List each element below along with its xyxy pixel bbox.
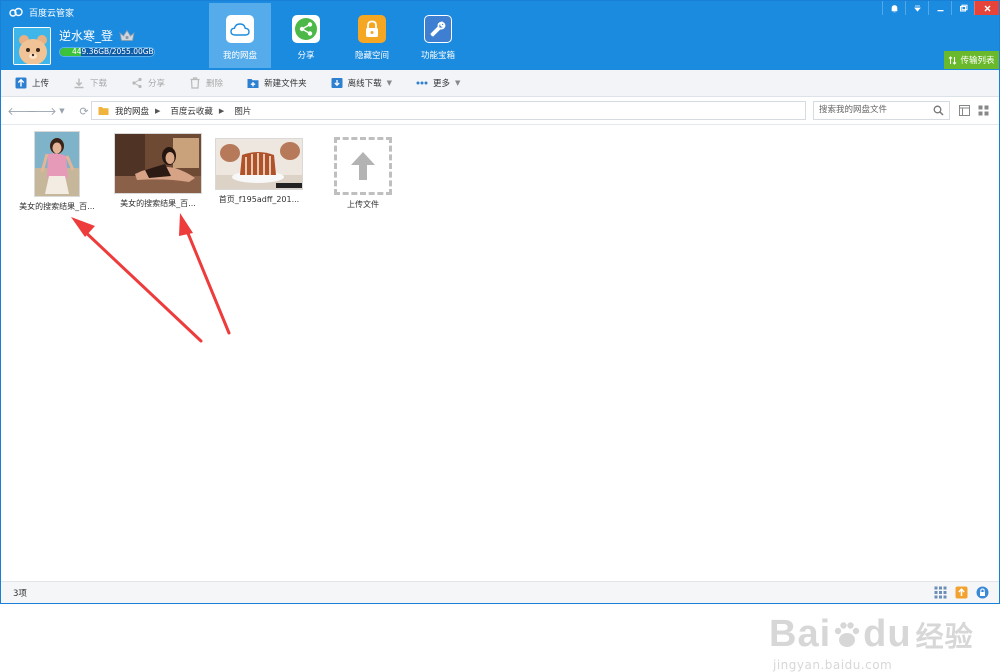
apps-grid-icon[interactable] bbox=[934, 586, 947, 599]
red-annotation-arrow bbox=[179, 213, 231, 335]
breadcrumb-item[interactable]: 百度云收藏 bbox=[170, 105, 213, 117]
red-annotation-arrow bbox=[71, 217, 203, 343]
search-input[interactable]: 搜索我的网盘文件 bbox=[813, 101, 950, 120]
maximize-icon[interactable] bbox=[951, 1, 974, 15]
grid-view-icon[interactable] bbox=[978, 105, 989, 116]
more-label: 更多 bbox=[432, 79, 450, 89]
new-folder-label: 新建文件夹 bbox=[264, 79, 307, 89]
tab-label: 隐藏空间 bbox=[354, 51, 389, 61]
lock-icon bbox=[358, 15, 386, 43]
delete-label: 删除 bbox=[206, 79, 224, 89]
view-switcher bbox=[959, 105, 997, 116]
baidu-cloud-logo-icon bbox=[9, 7, 23, 17]
status-icons bbox=[926, 586, 989, 599]
download-label: 下载 bbox=[90, 79, 108, 89]
quota-bar: 449.36GB/2055.00GB bbox=[59, 47, 155, 57]
breadcrumb-item[interactable]: 我的网盘 bbox=[115, 105, 149, 117]
chevron-down-icon[interactable]: ▼ bbox=[387, 79, 392, 87]
list-view-icon[interactable] bbox=[959, 105, 970, 116]
avatar[interactable] bbox=[13, 27, 51, 65]
delete-button[interactable]: 删除 bbox=[189, 74, 223, 92]
minimize-icon[interactable] bbox=[928, 1, 951, 15]
username[interactable]: 逆水寒_登 bbox=[59, 27, 113, 44]
new-folder-icon bbox=[247, 79, 259, 88]
lock-status-icon[interactable] bbox=[976, 586, 989, 599]
tab-my-disk[interactable]: 我的网盘 bbox=[209, 3, 271, 68]
search-icon[interactable] bbox=[933, 105, 944, 116]
download-button[interactable]: 下载 bbox=[73, 74, 107, 92]
history-nav: 🡐 🡒 ▼ ⟳ bbox=[7, 104, 97, 119]
user-area: 逆水寒_登 449.36GB/2055.00GB bbox=[13, 27, 155, 65]
watermark-cn: 经验 bbox=[915, 619, 974, 653]
status-bar: 3项 bbox=[1, 581, 999, 603]
main-nav: 我的网盘 分享 隐藏空间 功能宝箱 bbox=[209, 3, 473, 68]
chevron-right-icon[interactable]: ▶ bbox=[219, 107, 224, 115]
tab-label: 分享 bbox=[297, 51, 315, 61]
upload-button[interactable]: 上传 bbox=[15, 74, 49, 92]
share-label: 分享 bbox=[148, 79, 166, 89]
transfer-list-button[interactable]: 传输列表 bbox=[944, 51, 999, 69]
app-window: 百度云管家 逆水寒_登 449.36GB/2055.00GB 我的网盘 分享 隐… bbox=[0, 0, 1000, 672]
tab-label: 我的网盘 bbox=[222, 51, 257, 61]
quota-text: 449.36GB/2055.00GB bbox=[72, 47, 154, 56]
paw-icon bbox=[834, 621, 860, 647]
tab-toolbox[interactable]: 功能宝箱 bbox=[407, 3, 469, 68]
new-folder-button[interactable]: 新建文件夹 bbox=[247, 74, 307, 92]
chevron-down-icon[interactable]: ▼ bbox=[455, 79, 460, 87]
tab-hidden-space[interactable]: 隐藏空间 bbox=[341, 3, 403, 68]
annotation-arrows bbox=[71, 213, 231, 343]
history-dropdown-icon[interactable]: ▼ bbox=[55, 104, 69, 118]
breadcrumb: 我的网盘 ▶ 百度云收藏 ▶ 图片 bbox=[91, 101, 806, 120]
close-icon[interactable] bbox=[974, 1, 999, 15]
folder-icon bbox=[98, 106, 109, 115]
upload-status-icon[interactable] bbox=[955, 586, 968, 599]
watermark-brand2: du bbox=[863, 613, 912, 655]
forward-arrow-icon[interactable]: 🡒 bbox=[27, 104, 57, 118]
watermark-brand: Bai bbox=[769, 613, 832, 655]
upload-icon bbox=[15, 77, 27, 89]
file-grid: 美女的搜索结果_百... 美女的搜索结果_百... 首页_f195adff_20… bbox=[1, 125, 999, 672]
tab-label: 功能宝箱 bbox=[420, 51, 455, 61]
upload-label: 上传 bbox=[32, 79, 50, 89]
vip-crown-icon[interactable] bbox=[119, 29, 135, 42]
offline-download-icon bbox=[331, 78, 343, 88]
title-bar: 百度云管家 bbox=[9, 5, 74, 19]
chevron-right-icon[interactable]: ▶ bbox=[155, 107, 160, 115]
transfer-arrows-icon bbox=[949, 55, 957, 65]
bell-icon[interactable] bbox=[882, 1, 905, 15]
app-title: 百度云管家 bbox=[29, 8, 75, 19]
breadcrumb-item[interactable]: 图片 bbox=[234, 105, 251, 117]
toolbar: 上传 下载 分享 删除 新建文件夹 离线下载 ▼ 更多 ▼ bbox=[1, 70, 999, 97]
toolbox-icon bbox=[424, 15, 452, 43]
transfer-label: 传输列表 bbox=[960, 56, 995, 66]
more-button[interactable]: 更多 ▼ bbox=[416, 74, 460, 92]
offline-download-label: 离线下载 bbox=[347, 79, 382, 89]
item-count: 3项 bbox=[13, 589, 27, 599]
search-placeholder: 搜索我的网盘文件 bbox=[819, 105, 888, 115]
offline-download-button[interactable]: 离线下载 ▼ bbox=[331, 74, 392, 92]
refresh-icon[interactable]: ⟳ bbox=[77, 104, 91, 118]
header: 百度云管家 逆水寒_登 449.36GB/2055.00GB 我的网盘 分享 隐… bbox=[1, 1, 999, 70]
window-controls bbox=[882, 1, 999, 15]
download-icon bbox=[74, 78, 84, 89]
address-row: 🡐 🡒 ▼ ⟳ 我的网盘 ▶ 百度云收藏 ▶ 图片 搜索我的网盘文件 bbox=[1, 97, 999, 125]
share-button[interactable]: 分享 bbox=[131, 74, 165, 92]
tab-share[interactable]: 分享 bbox=[275, 3, 337, 68]
menu-dropdown-icon[interactable] bbox=[905, 1, 928, 15]
cloud-icon bbox=[226, 15, 254, 43]
more-dots-icon bbox=[416, 81, 428, 85]
baidu-jingyan-watermark: Bai du 经验 jingyan.baidu.com bbox=[769, 613, 974, 672]
share-icon bbox=[292, 15, 320, 43]
share-icon bbox=[132, 77, 142, 89]
watermark-url: jingyan.baidu.com bbox=[773, 658, 893, 672]
trash-icon bbox=[190, 77, 200, 89]
